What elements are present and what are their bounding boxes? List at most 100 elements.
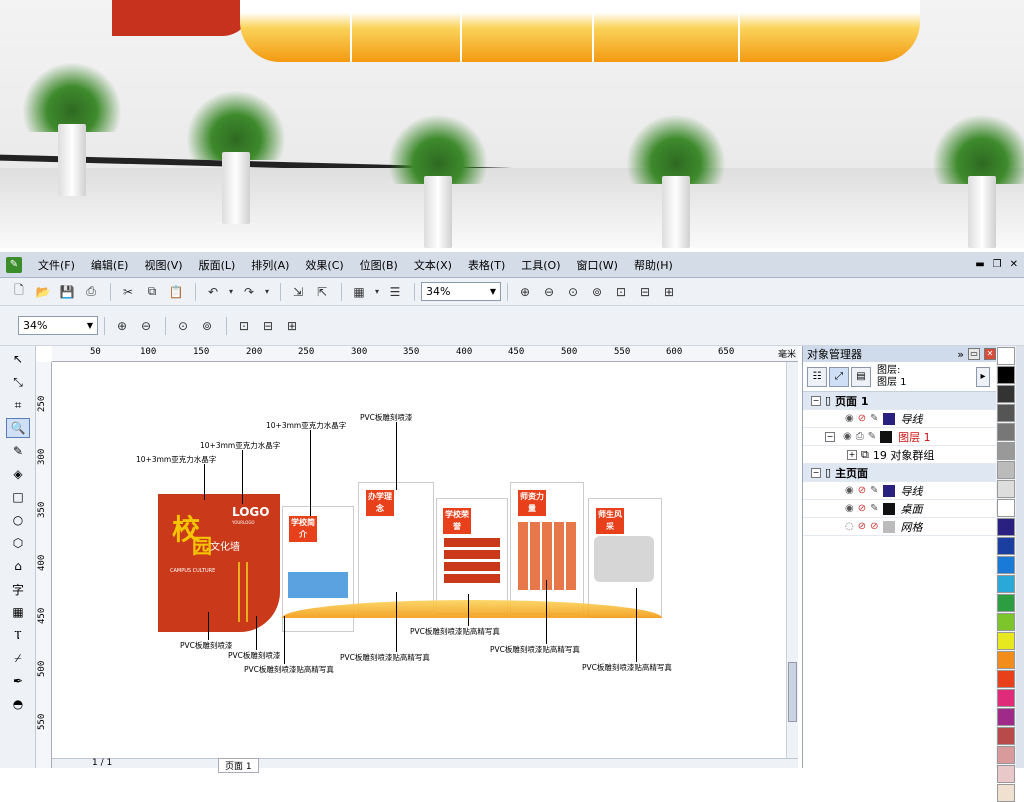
tree-master-page[interactable]: − ▯ 主页面 [803,464,996,482]
menu-edit[interactable]: 编辑(E) [83,257,137,273]
redo-icon[interactable]: ↷ [238,282,260,302]
pencil-icon[interactable]: ✎ [868,431,876,442]
pick-tool-icon[interactable]: ↖ [6,349,30,369]
app-icon[interactable]: ✎ [6,256,22,273]
shape-tool-icon[interactable]: ⤡ [6,372,30,392]
palette-swatch[interactable] [997,594,1015,612]
tree-item-desktop[interactable]: ◉ ⊘ ✎ 桌面 [803,500,996,518]
redo-dropdown-icon[interactable]: ▾ [262,282,272,302]
fill-tool-icon[interactable]: ◓ [6,694,30,714]
zoom-level-combo-2[interactable]: 34% ▼ [18,316,98,335]
zoom-width-icon[interactable]: ⊟ [634,282,656,302]
palette-swatch[interactable] [997,689,1015,707]
printer-disabled-icon[interactable]: ⊘ [858,413,866,424]
palette-swatch[interactable] [997,537,1015,555]
zoom-height-icon[interactable]: ⊞ [281,316,303,336]
minimize-icon[interactable]: ▬ [975,259,984,270]
undo-dropdown-icon[interactable]: ▾ [226,282,236,302]
palette-swatch[interactable] [997,708,1015,726]
smart-fill-icon[interactable]: ◈ [6,464,30,484]
zoom-tool-icon[interactable]: 🔍 [6,418,30,438]
ellipse-tool-icon[interactable]: ○ [6,510,30,530]
expand-icon[interactable]: » [957,348,964,361]
eye-icon[interactable]: ◉ [845,485,854,496]
cut-icon[interactable]: ✂ [117,282,139,302]
import-icon[interactable]: ⇲ [287,282,309,302]
eye-icon[interactable]: ◉ [843,431,852,442]
print-icon[interactable]: ⎙ [80,282,102,302]
palette-scrollbar[interactable] [1016,346,1024,768]
palette-swatch[interactable] [997,784,1015,802]
undo-icon[interactable]: ↶ [202,282,224,302]
palette-swatch[interactable] [997,670,1015,688]
palette-swatch[interactable] [997,347,1015,365]
menu-view[interactable]: 视图(V) [136,257,190,273]
page-tab[interactable]: 页面 1 [218,758,259,773]
menu-arrange[interactable]: 排列(A) [243,257,297,273]
palette-swatch[interactable] [997,366,1015,384]
menu-text[interactable]: 文本(X) [406,257,460,273]
close-panel-icon[interactable]: ✕ [984,348,996,360]
palette-swatch[interactable] [997,613,1015,631]
eye-off-icon[interactable]: ◌ [845,521,854,532]
palette-swatch[interactable] [997,556,1015,574]
polygon-tool-icon[interactable]: ⬡ [6,533,30,553]
outline-pen-icon[interactable]: ✒ [6,671,30,691]
copy-icon[interactable]: ⧉ [141,282,163,302]
new-document-icon[interactable]: 🗋 [8,282,30,302]
menu-window[interactable]: 窗口(W) [569,257,626,273]
printer-disabled-icon[interactable]: ⊘ [858,485,866,496]
eyedropper-icon[interactable]: ⌿ [6,648,30,668]
zoom-all-objects-icon[interactable]: ⊚ [586,282,608,302]
menu-tools[interactable]: 工具(O) [513,257,568,273]
eye-icon[interactable]: ◉ [845,503,854,514]
minimize-panel-icon[interactable]: ▭ [968,348,980,360]
flyout-arrow-icon[interactable]: ▸ [976,366,990,387]
zoom-selected-icon[interactable]: ⊙ [562,282,584,302]
welcome-screen-icon[interactable]: ☰ [384,282,406,302]
close-icon[interactable]: ✕ [1010,259,1018,270]
zoom-page-icon[interactable]: ⊡ [233,316,255,336]
paste-icon[interactable]: 📋 [165,282,187,302]
palette-swatch[interactable] [997,499,1015,517]
launcher-dropdown-icon[interactable]: ▾ [372,282,382,302]
pencil-icon[interactable]: ✎ [870,503,878,514]
palette-swatch[interactable] [997,575,1015,593]
zoom-selected-icon[interactable]: ⊙ [172,316,194,336]
crop-tool-icon[interactable]: ⌗ [6,395,30,415]
menu-table[interactable]: 表格(T) [460,257,513,273]
export-icon[interactable]: ⇱ [311,282,333,302]
text-tool-icon[interactable]: 字 [6,579,30,599]
printer-disabled-icon[interactable]: ⊘ [858,521,866,532]
palette-swatch[interactable] [997,442,1015,460]
pencil-icon[interactable]: ✎ [870,413,878,424]
zoom-level-combo[interactable]: 34% ▼ [421,282,501,301]
menu-file[interactable]: 文件(F) [30,257,83,273]
zoom-all-objects-icon[interactable]: ⊚ [196,316,218,336]
tree-item-layer-1[interactable]: − ◉ ⎙ ✎ 图层 1 [803,428,996,446]
palette-swatch[interactable] [997,651,1015,669]
tree-item-grid[interactable]: ◌ ⊘ ⊘ 网格 [803,518,996,536]
zoom-height-icon[interactable]: ⊞ [658,282,680,302]
expand-group-icon[interactable]: + [847,449,857,460]
palette-swatch[interactable] [997,727,1015,745]
freehand-tool-icon[interactable]: ✎ [6,441,30,461]
collapse-icon[interactable]: − [811,467,821,478]
tree-page-1[interactable]: − ▯ 页面 1 [803,392,996,410]
zoom-width-icon[interactable]: ⊟ [257,316,279,336]
collapse-icon[interactable]: − [811,395,821,406]
rectangle-tool-icon[interactable]: □ [6,487,30,507]
edit-across-layers-icon[interactable]: ⤢ [829,366,849,387]
application-launcher-icon[interactable]: ▦ [348,282,370,302]
menu-help[interactable]: 帮助(H) [626,257,681,273]
tree-item-group[interactable]: + ⧉ 19 对象群组 [803,446,996,464]
tree-item-master-guides[interactable]: ◉ ⊘ ✎ 导线 [803,482,996,500]
printer-icon[interactable]: ⎙ [856,431,864,442]
drawing-canvas[interactable]: 校 园 文化墙 CAMPUS CULTURE LOGO YOURLOGO 学校简… [52,362,786,758]
pencil-icon[interactable]: ✎ [870,485,878,496]
save-icon[interactable]: 💾 [56,282,78,302]
palette-swatch[interactable] [997,632,1015,650]
open-folder-icon[interactable]: 📂 [32,282,54,302]
show-properties-icon[interactable]: ☷ [807,366,827,387]
tree-item-guides[interactable]: ◉ ⊘ ✎ 导线 [803,410,996,428]
